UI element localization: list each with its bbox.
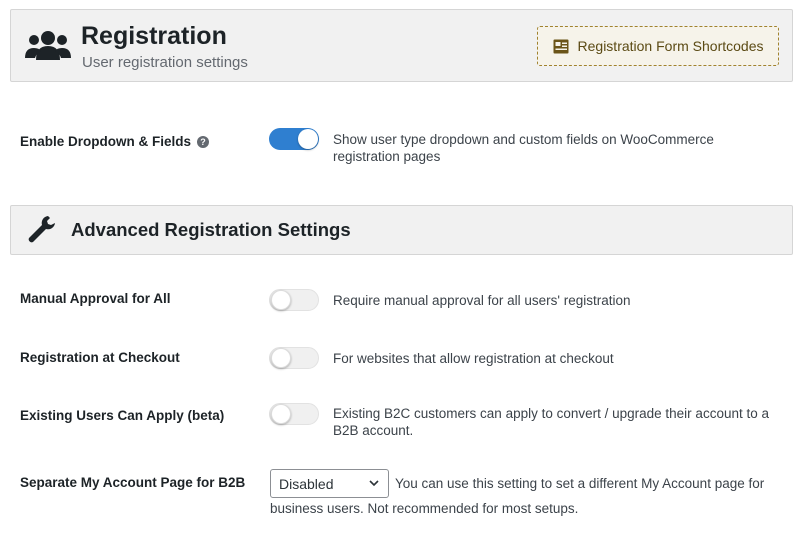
enable-dropdown-description-line2: registration pages <box>333 149 441 164</box>
separate-account-label: Separate My Account Page for B2B <box>20 475 246 490</box>
manual-approval-toggle[interactable] <box>269 289 319 311</box>
advanced-settings-title: Advanced Registration Settings <box>71 219 351 240</box>
registration-checkout-label: Registration at Checkout <box>20 350 180 365</box>
enable-dropdown-description: Show user type dropdown and custom field… <box>333 131 714 165</box>
existing-users-description-line2: B2B account. <box>333 423 414 438</box>
toggle-knob <box>298 129 318 149</box>
page-subtitle: User registration settings <box>82 54 248 71</box>
help-icon[interactable]: ? <box>197 136 210 148</box>
existing-users-apply-label: Existing Users Can Apply (beta) <box>20 408 225 423</box>
existing-users-apply-description: Existing B2C customers can apply to conv… <box>333 405 769 439</box>
separate-account-select[interactable]: Disabled <box>270 469 389 498</box>
chevron-down-icon <box>369 480 379 487</box>
users-icon <box>25 31 71 60</box>
advanced-settings-panel: Advanced Registration Settings <box>10 205 793 255</box>
separate-account-description-line2: business users. Not recommended for most… <box>270 501 579 516</box>
existing-users-description-line1: Existing B2C customers can apply to conv… <box>333 406 769 421</box>
registration-header-panel: Registration User registration settings … <box>10 9 793 82</box>
manual-approval-description: Require manual approval for all users' r… <box>333 293 631 308</box>
separate-account-description-line1: You can use this setting to set a differ… <box>395 476 765 491</box>
registration-checkout-toggle[interactable] <box>269 347 319 369</box>
toggle-knob <box>271 404 291 424</box>
enable-dropdown-toggle[interactable] <box>269 128 319 150</box>
enable-dropdown-description-line1: Show user type dropdown and custom field… <box>333 132 714 147</box>
wrench-icon <box>28 216 55 243</box>
page-title: Registration <box>81 22 227 50</box>
enable-dropdown-label: Enable Dropdown & Fields? <box>20 134 210 149</box>
address-card-icon <box>553 39 569 53</box>
manual-approval-label: Manual Approval for All <box>20 291 171 306</box>
enable-dropdown-label-text: Enable Dropdown & Fields <box>20 134 192 149</box>
toggle-knob <box>271 290 291 310</box>
shortcodes-button-label: Registration Form Shortcodes <box>577 38 764 54</box>
toggle-knob <box>271 348 291 368</box>
existing-users-apply-toggle[interactable] <box>269 403 319 425</box>
select-value: Disabled <box>279 476 334 492</box>
registration-checkout-description: For websites that allow registration at … <box>333 351 614 366</box>
registration-form-shortcodes-button[interactable]: Registration Form Shortcodes <box>537 26 779 66</box>
